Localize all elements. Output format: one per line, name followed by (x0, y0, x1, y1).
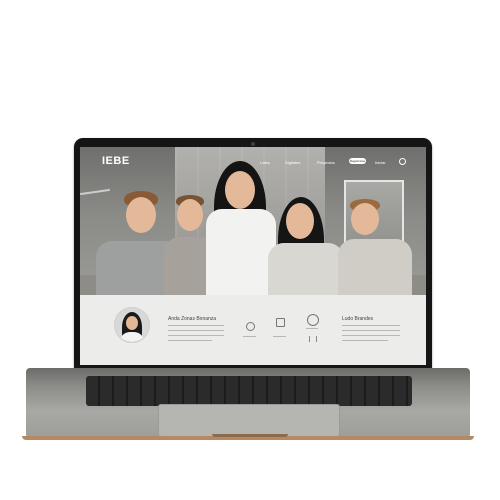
nav-cta-button[interactable]: Registrarse (349, 158, 366, 164)
site-logo[interactable]: IEBE (102, 155, 130, 167)
nav-item-3[interactable]: Proyectos (317, 160, 335, 165)
camera-icon (251, 142, 255, 146)
hero-banner: IEBE Lotes Digitales Proyectos Registrar… (80, 147, 426, 295)
keyboard[interactable] (86, 376, 412, 406)
avatar (114, 307, 150, 343)
website-screen: IEBE Lotes Digitales Proyectos Registrar… (80, 147, 426, 365)
trackpad[interactable] (158, 404, 340, 437)
nav-item-1[interactable]: Lotes (260, 160, 270, 165)
text-line (342, 330, 400, 331)
text-line (168, 340, 212, 341)
nav-item-4[interactable]: Iniciar (375, 160, 386, 165)
panel-right-title: Ludo Brandes (342, 316, 374, 322)
text-line (168, 335, 224, 336)
lock-icon[interactable] (276, 318, 285, 327)
text-line (342, 325, 400, 326)
icon-caption (273, 336, 286, 337)
icon-caption (306, 328, 318, 329)
panel-left-title: Anda Zonas Bonanza (168, 316, 217, 322)
nav-item-2[interactable]: Digitales (285, 160, 300, 165)
text-line (168, 330, 224, 331)
chart-icon[interactable] (309, 336, 317, 342)
laptop: IEBE Lotes Digitales Proyectos Registrar… (0, 0, 500, 500)
lid-notch (212, 434, 288, 437)
text-line (342, 340, 388, 341)
info-panel: Anda Zonas Bonanza Ludo Brandes (80, 295, 426, 365)
search-icon[interactable] (399, 158, 406, 165)
target-icon[interactable] (307, 314, 319, 326)
decorative-swoosh (80, 188, 110, 196)
fitness-icon[interactable] (246, 322, 255, 331)
icon-caption (243, 336, 256, 337)
text-line (168, 325, 224, 326)
text-line (342, 335, 400, 336)
